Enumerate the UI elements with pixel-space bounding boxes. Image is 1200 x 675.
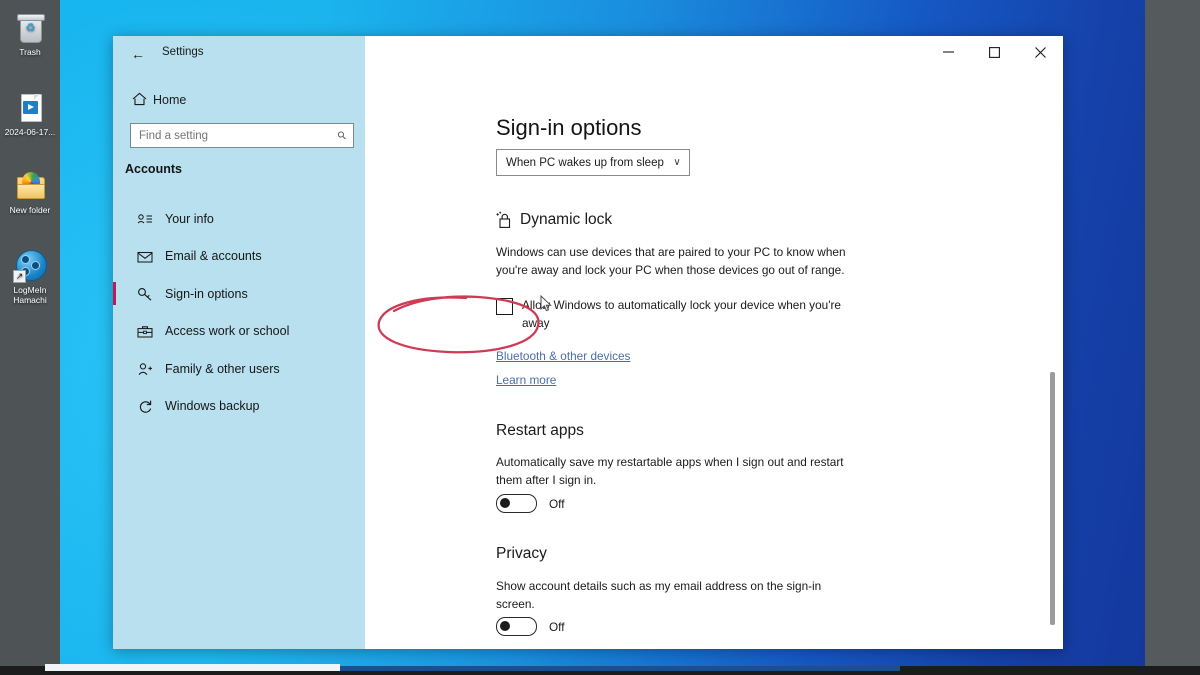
restart-apps-toggle-state: Off [549,496,565,511]
key-icon [137,287,165,301]
person-card-icon [137,212,165,225]
desktop-icon-label: New folder [9,205,51,215]
scrollbar-track[interactable] [1049,70,1060,649]
hamachi-icon: ↗ [13,248,47,283]
window-title: Settings [162,46,204,58]
sidebar-item-sign-in-options[interactable]: Sign-in options [113,275,365,313]
privacy-heading: Privacy [496,545,547,563]
chevron-down-icon: ∨ [673,157,681,168]
taskbar[interactable] [0,664,1200,675]
restart-apps-heading: Restart apps [496,422,584,440]
desktop-right-rail [1145,0,1200,675]
titlebar-left: ← Settings [113,36,365,70]
require-signin-dropdown[interactable]: When PC wakes up from sleep ∨ [496,149,690,176]
person-plus-icon [137,362,165,376]
settings-sidebar: ← Settings Home ⚲ Accounts [113,36,365,649]
privacy-toggle-row[interactable]: Off [496,617,565,636]
sidebar-item-family-other-users[interactable]: Family & other users [113,350,365,388]
envelope-icon [137,250,165,263]
taskbar-accent-strip [340,666,900,671]
dynamic-lock-description: Windows can use devices that are paired … [496,245,846,277]
refresh-icon [137,399,165,413]
sidebar-item-windows-backup[interactable]: Windows backup [113,388,365,426]
briefcase-icon [137,325,165,338]
privacy-description: Show account details such as my email ad… [496,579,822,611]
section-heading-label: Dynamic lock [520,211,613,228]
home-icon [125,92,153,109]
learn-more-link[interactable]: Learn more [496,373,556,387]
desktop-icon-rail: ♻ Trash 2024-06-17... New folder ↗ LogMe… [0,0,60,675]
desktop-icon-logmein-hamachi[interactable]: ↗ LogMeIn Hamachi [0,248,60,305]
restart-apps-description: Automatically save my restartable apps w… [496,455,844,487]
scrollbar-thumb[interactable] [1050,372,1055,625]
search-input[interactable] [131,129,331,142]
trash-icon: ♻ [13,10,47,44]
privacy-toggle-state: Off [549,619,565,634]
search-icon: ⚲ [335,128,350,143]
sidebar-item-label: Home [153,93,187,107]
desktop-icon-new-folder[interactable]: New folder [0,168,60,215]
sidebar-item-label: Access work or school [165,324,290,339]
sidebar-item-label: Sign-in options [165,286,248,301]
dropdown-value: When PC wakes up from sleep [506,156,664,169]
close-button[interactable] [1017,36,1063,68]
desktop-icon-trash[interactable]: ♻ Trash [0,10,60,57]
section-heading-label: Restart apps [496,422,584,439]
video-file-icon [13,90,47,124]
sidebar-item-label: Your info [165,211,214,226]
dynamic-lock-heading: Dynamic lock [496,211,612,229]
settings-main-panel: Sign-in options When PC wakes up from sl… [365,36,1063,649]
bluetooth-other-devices-link[interactable]: Bluetooth & other devices [496,349,630,363]
privacy-toggle[interactable] [496,617,537,636]
maximize-button[interactable] [971,36,1017,68]
sidebar-item-home[interactable]: Home [125,86,353,114]
screen: ♻ Trash 2024-06-17... New folder ↗ LogMe… [0,0,1200,675]
restart-apps-toggle-row[interactable]: Off [496,494,565,513]
sidebar-nav-list: Your info Email & accounts Sign-in optio… [113,200,365,425]
mouse-cursor [540,294,552,313]
desktop-icon-label: 2024-06-17... [4,127,56,137]
page-title: Sign-in options [496,115,642,140]
restart-apps-toggle[interactable] [496,494,537,513]
dynamic-lock-checkbox-label: Allow Windows to automatically lock your… [522,298,841,330]
desktop-icon-video-file[interactable]: 2024-06-17... [0,90,60,137]
titlebar-right [365,36,1063,70]
settings-window: ← Settings Home ⚲ Accounts [113,36,1063,649]
back-button[interactable]: ← [125,43,151,65]
desktop-icon-label: Trash [19,47,41,57]
sidebar-item-access-work-or-school[interactable]: Access work or school [113,313,365,351]
taskbar-window-strip[interactable] [45,664,340,671]
settings-content: Sign-in options When PC wakes up from sl… [365,70,1063,649]
sidebar-item-label: Windows backup [165,399,260,414]
dynamic-lock-checkbox[interactable] [496,298,513,315]
sidebar-category-title: Accounts [125,162,182,176]
lock-sparkle-icon [496,211,513,229]
sidebar-item-email-accounts[interactable]: Email & accounts [113,238,365,276]
search-input-wrapper[interactable]: ⚲ [130,123,354,148]
sidebar-item-label: Email & accounts [165,249,262,264]
sidebar-item-label: Family & other users [165,361,280,376]
desktop-icon-label: LogMeIn Hamachi [13,285,47,305]
sidebar-item-your-info[interactable]: Your info [113,200,365,238]
section-heading-label: Privacy [496,545,547,562]
folder-icon [13,168,47,202]
minimize-button[interactable] [925,36,971,68]
